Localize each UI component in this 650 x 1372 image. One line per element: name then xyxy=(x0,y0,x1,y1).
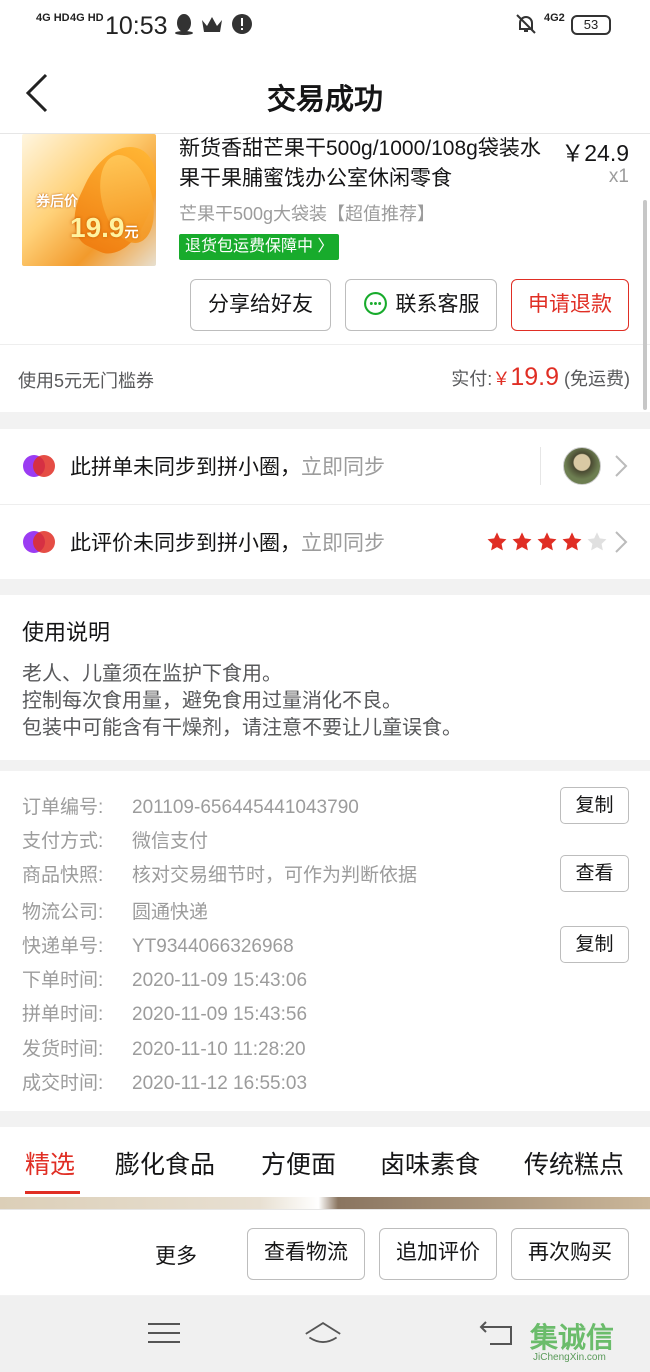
back-icon[interactable] xyxy=(478,1318,516,1348)
pinxiaoquan-icon xyxy=(23,455,55,477)
tab-instant-noodles[interactable]: 方便面 xyxy=(261,1145,336,1181)
product-price: ￥24.9 xyxy=(561,140,629,166)
sync-review-text: 此评价未同步到拼小圈，立即同步 xyxy=(70,532,385,555)
product-title[interactable]: 新货香甜芒果干500g/1000/108g袋装水果干果脯蜜饯办公室休闲零食 xyxy=(179,134,549,194)
active-tab-indicator xyxy=(25,1191,80,1194)
view-snapshot-button[interactable]: 查看 xyxy=(560,855,629,892)
usage-line: 包装中可能含有干燥剂，请注意不要让儿童误食。 xyxy=(22,717,462,739)
image-tag-price: 19.9元 xyxy=(70,212,139,243)
chevron-right-icon xyxy=(615,455,628,477)
tab-featured[interactable]: 精选 xyxy=(25,1145,75,1181)
star-empty-icon xyxy=(587,532,607,551)
buy-again-button[interactable]: 再次购买 xyxy=(511,1228,629,1280)
add-review-button[interactable]: 追加评价 xyxy=(379,1228,497,1280)
refund-shipping-badge[interactable]: 退货包运费保障中 〉 xyxy=(179,234,340,260)
star-filled-icon xyxy=(487,532,507,551)
qq-icon xyxy=(175,14,193,35)
courier-row: 物流公司: 圆通快递 xyxy=(22,902,209,923)
avatar xyxy=(563,447,601,485)
group-time-row: 拼单时间: 2020-11-09 15:43:56 xyxy=(22,1004,308,1025)
deal-time-row: 成交时间: 2020-11-12 16:55:03 xyxy=(22,1073,308,1094)
home-icon[interactable] xyxy=(304,1318,342,1348)
star-filled-icon xyxy=(562,532,582,551)
chevron-right-icon xyxy=(615,531,628,553)
category-tabs: 精选 膨化食品 方便面 卤味素食 传统糕点 xyxy=(0,1127,650,1197)
refund-button[interactable]: 申请退款 xyxy=(511,279,629,331)
alert-icon xyxy=(232,14,252,34)
tab-braised-food[interactable]: 卤味素食 xyxy=(380,1145,480,1181)
sync-order-text: 此拼单未同步到拼小圈，立即同步 xyxy=(70,456,385,479)
more-button[interactable]: 更多 xyxy=(155,1240,197,1270)
scrollbar[interactable] xyxy=(643,200,647,410)
order-number-row: 订单编号: 201109-656445441043790 xyxy=(22,797,359,818)
paid-amount: 实付:￥19.9 (免运费) xyxy=(451,363,630,391)
mute-bell-icon xyxy=(516,14,536,34)
order-info: 订单编号: 201109-656445441043790 复制 支付方式: 微信支付… xyxy=(0,771,650,1111)
menu-icon[interactable] xyxy=(145,1318,183,1348)
rating-stars xyxy=(486,531,611,553)
payment-method-row: 支付方式: 微信支付 xyxy=(22,831,209,852)
product-image[interactable]: 券后价 19.9元 xyxy=(22,134,156,266)
snapshot-row: 商品快照: 核对交易细节时，可作为判断依据 xyxy=(22,865,418,886)
ship-time-row: 发货时间: 2020-11-10 11:28:20 xyxy=(22,1039,306,1060)
pinxiaoquan-icon xyxy=(23,531,55,553)
star-filled-icon xyxy=(537,532,557,551)
contact-service-button[interactable]: 联系客服 xyxy=(345,279,497,331)
tab-traditional-pastry[interactable]: 传统糕点 xyxy=(524,1145,624,1181)
watermark-logo: 集诚信 xyxy=(530,1322,615,1353)
product-card: 券后价 19.9元 新货香甜芒果干500g/1000/108g袋装水果干果脯蜜饯… xyxy=(0,134,650,412)
order-time-row: 下单时间: 2020-11-09 15:43:06 xyxy=(22,970,308,991)
sync-section: 此拼单未同步到拼小圈，立即同步 此评价未同步到拼小圈，立即同步 xyxy=(0,429,650,579)
signal-indicator-1: 4G HD xyxy=(36,12,70,24)
share-button[interactable]: 分享给好友 xyxy=(190,279,331,331)
usage-line: 老人、儿童须在监护下食用。 xyxy=(22,663,282,685)
watermark-url: JiChengXin.com xyxy=(533,1352,606,1363)
tab-puffed-food[interactable]: 膨化食品 xyxy=(115,1145,215,1181)
tracking-number-row: 快递单号: YT9344066326968 xyxy=(22,936,294,957)
bottom-action-bar: 更多 查看物流 追加评价 再次购买 xyxy=(0,1209,650,1295)
coupon-text: 使用5元无门槛券 xyxy=(18,371,155,391)
page-title: 交易成功 xyxy=(266,84,383,116)
payment-summary: 使用5元无门槛券 实付:￥19.9 (免运费) xyxy=(0,344,650,412)
navbar: 交易成功 xyxy=(0,52,650,134)
usage-instructions: 使用说明 老人、儿童须在监护下食用。 控制每次食用量，避免食用过量消化不良。 包… xyxy=(0,595,650,760)
usage-title: 使用说明 xyxy=(22,620,111,645)
system-navigation-bar: 集诚信 JiChengXin.com xyxy=(0,1296,650,1372)
copy-tracking-button[interactable]: 复制 xyxy=(560,926,629,963)
clock: 10:53 xyxy=(105,12,168,40)
status-bar: 4G HD 4G HD 10:53 4G2 53 xyxy=(0,0,650,52)
image-tag-label: 券后价 xyxy=(36,193,78,209)
view-logistics-button[interactable]: 查看物流 xyxy=(247,1228,365,1280)
product-quantity: x1 xyxy=(608,166,629,187)
sync-order-row[interactable]: 此拼单未同步到拼小圈，立即同步 xyxy=(0,429,650,504)
chevron-right-icon: 〉 xyxy=(317,238,334,255)
sync-review-row[interactable]: 此评价未同步到拼小圈，立即同步 xyxy=(0,504,650,579)
star-filled-icon xyxy=(512,532,532,551)
crown-icon xyxy=(202,17,222,32)
signal-indicator-2: 4G HD xyxy=(70,12,104,24)
network-indicator: 4G2 xyxy=(544,12,565,24)
copy-order-number-button[interactable]: 复制 xyxy=(560,787,629,824)
product-thumbnails-strip xyxy=(0,1197,650,1209)
chat-icon xyxy=(363,291,387,315)
battery-indicator: 53 xyxy=(571,15,611,35)
product-spec: 芒果干500g大袋装【超值推荐】 xyxy=(179,204,436,224)
usage-line: 控制每次食用量，避免食用过量消化不良。 xyxy=(22,690,402,712)
